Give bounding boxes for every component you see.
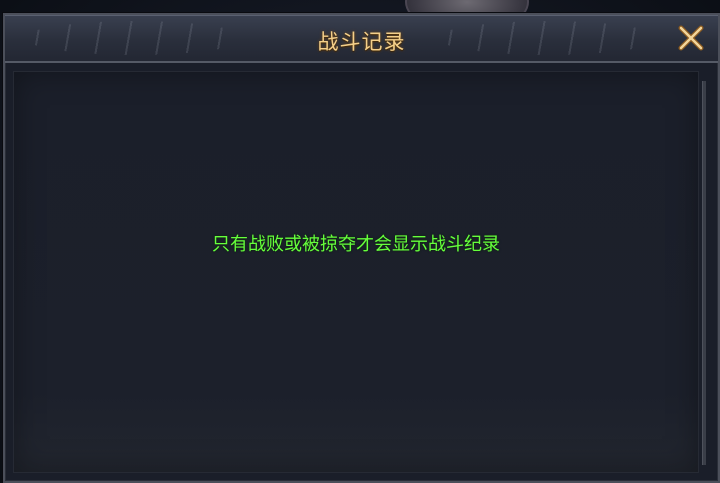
- close-button[interactable]: [676, 23, 706, 53]
- record-list-panel: 只有战败或被掠夺才会显示战斗纪录: [13, 71, 699, 473]
- scrollbar[interactable]: [702, 81, 706, 465]
- empty-state-message: 只有战败或被掠夺才会显示战斗纪录: [212, 234, 500, 255]
- dialog-title: 战斗记录: [317, 30, 406, 54]
- dialog-titlebar: 战斗记录: [5, 15, 718, 63]
- battle-record-dialog: 战斗记录 只有战败或被掠夺才会显示战斗纪录: [3, 13, 720, 483]
- close-icon: [678, 25, 704, 51]
- game-scene: 战斗记录 只有战败或被掠夺才会显示战斗纪录: [0, 0, 720, 483]
